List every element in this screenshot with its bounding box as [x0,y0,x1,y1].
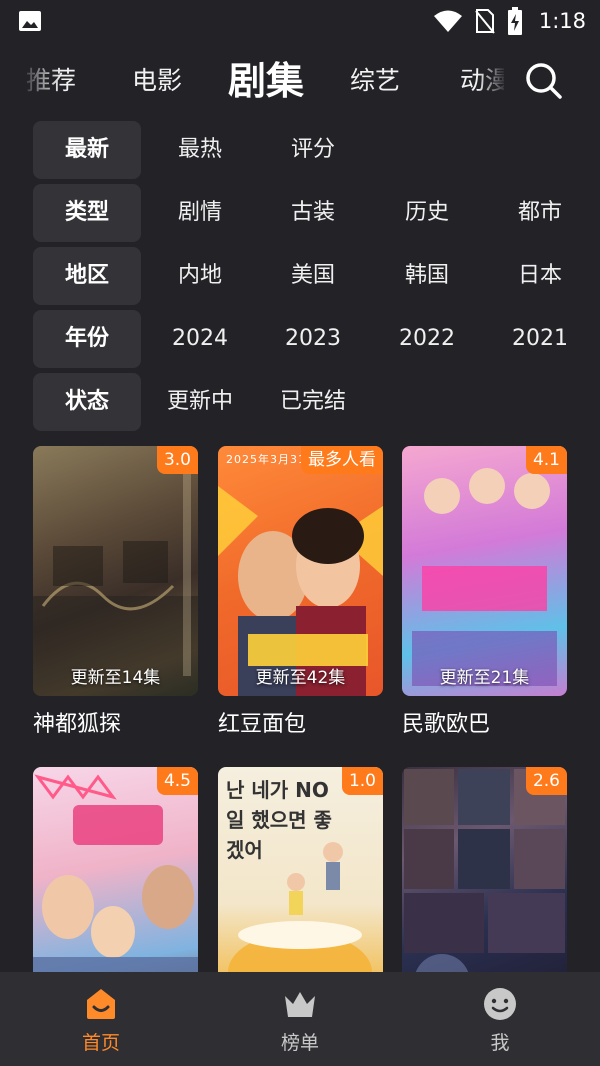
search-icon[interactable] [524,61,564,101]
filter-option[interactable]: 剧情 [155,184,245,242]
popular-badge: 最多人看 [301,446,383,474]
poster-artwork [412,468,557,686]
filter-label-status[interactable]: 状态 [33,373,141,431]
tab-variety[interactable]: 综艺 [350,50,400,112]
filter-option[interactable]: 美国 [268,247,358,305]
filter-option[interactable]: 2022 [382,310,472,368]
smiley-icon [484,988,516,1020]
rating-badge: 2.6 [525,767,567,795]
episode-status: 更新至42集 [255,668,346,688]
filter-option[interactable]: 都市 [495,184,585,242]
filter-row-sort: 最新 最热 评分 [0,121,600,179]
nav-me-label: 我 [490,1032,510,1054]
no-sim-icon [475,9,495,34]
crown-icon [285,992,315,1017]
series-title[interactable]: 民歌欧巴 [402,706,567,738]
series-card[interactable]: 4.1 更新至21集 民歌欧巴 [402,446,567,738]
filter-option[interactable]: 2024 [155,310,245,368]
filter-row-status: 状态 更新中 已完结 [0,373,600,431]
nav-home[interactable]: 首页 [41,986,161,1055]
rating-badge: 1.0 [341,767,383,795]
filter-row-year: 年份 2024 2023 2022 2021 [0,310,600,368]
filter-chip-latest[interactable]: 最新 [33,121,141,179]
channel-tabs: 推荐 电影 剧集 综艺 动漫 [0,50,600,112]
filter-option[interactable]: 内地 [155,247,245,305]
filter-option[interactable]: 2021 [495,310,585,368]
filter-label-region[interactable]: 地区 [33,247,141,305]
filter-option[interactable]: 最热 [155,121,245,179]
nav-me[interactable]: 我 [440,986,560,1055]
wifi-icon [433,10,462,32]
nav-ranking-label: 榜单 [280,1032,319,1054]
series-title[interactable]: 红豆面包 [218,706,383,738]
rating-badge: 4.1 [525,446,567,474]
home-icon [87,989,115,1019]
nav-ranking[interactable]: 榜单 [240,986,360,1055]
filter-row-genre: 类型 剧情 古装 历史 都市 [0,184,600,242]
bottom-navigation: 首页 榜单 我 [0,972,600,1066]
rating-badge: 4.5 [156,767,198,795]
filter-panel: 最新 最热 评分 类型 剧情 古装 历史 都市 地区 内地 美国 韩国 日本 年… [0,121,600,436]
episode-status: 更新至14集 [70,668,161,688]
filter-option[interactable]: 已完结 [268,373,358,431]
filter-option[interactable]: 古装 [268,184,358,242]
filter-option[interactable]: 更新中 [155,373,245,431]
filter-option[interactable]: 历史 [382,184,472,242]
filter-label-genre[interactable]: 类型 [33,184,141,242]
poster-image[interactable]: 4.1 更新至21集 [402,446,567,696]
nav-home-label: 首页 [81,1032,120,1054]
battery-charging-icon [507,7,522,35]
series-card[interactable]: 3.0 更新至14集 神都狐探 [33,446,198,738]
filter-row-region: 地区 内地 美国 韩国 日本 [0,247,600,305]
poster-artwork [33,466,198,696]
poster-image[interactable]: 3.0 更新至14集 [33,446,198,696]
series-title[interactable]: 神都狐探 [33,706,198,738]
status-bar: 1:18 [0,0,600,44]
rating-badge: 3.0 [156,446,198,474]
episode-status: 更新至21集 [439,668,530,688]
filter-option[interactable]: 评分 [268,121,358,179]
poster-date-text: 2025年3月31 [226,453,306,466]
filter-option[interactable]: 日本 [495,247,585,305]
tab-recommend[interactable]: 推荐 [26,50,76,112]
tab-anime[interactable]: 动漫 [460,50,504,112]
filter-option[interactable]: 韩国 [382,247,472,305]
image-notification-icon [19,11,41,31]
series-card[interactable]: 2025年3月31 最多人看 更新至42集 红豆面包 [218,446,383,738]
poster-artwork [218,486,383,696]
tab-movies[interactable]: 电影 [132,50,182,112]
tab-series[interactable]: 剧集 [228,50,304,112]
status-time: 1:18 [538,9,586,33]
poster-image[interactable]: 2025年3月31 最多人看 更新至42集 [218,446,383,696]
filter-label-year[interactable]: 年份 [33,310,141,368]
filter-option[interactable]: 2023 [268,310,358,368]
